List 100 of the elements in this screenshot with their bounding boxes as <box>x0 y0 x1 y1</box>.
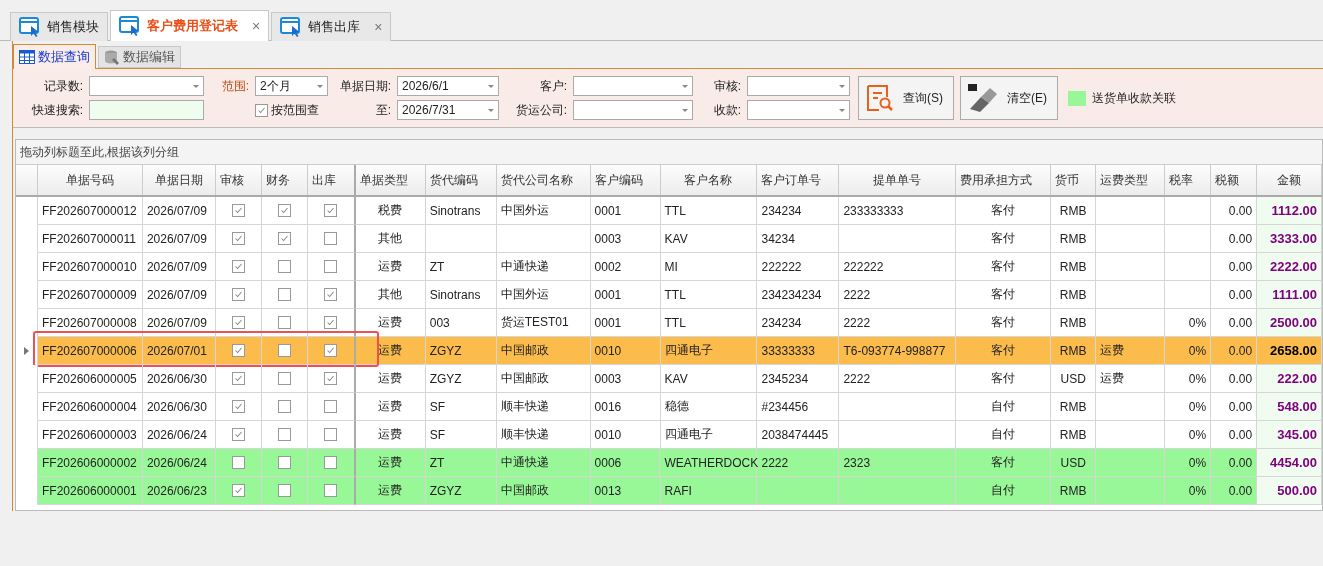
table-cell: ZGYZ <box>425 477 497 505</box>
checkbox[interactable] <box>231 456 245 469</box>
column-header[interactable]: 客户订单号 <box>757 165 840 195</box>
table-cell: Sinotrans <box>425 281 497 309</box>
checkbox[interactable] <box>277 400 291 413</box>
view-tab[interactable]: 数据编辑 <box>98 46 181 68</box>
column-header[interactable]: 税额 <box>1211 165 1258 195</box>
column-header[interactable]: 单据类型 <box>355 165 426 195</box>
document-tab[interactable]: 销售模块 <box>10 12 108 41</box>
column-header[interactable]: 客户编码 <box>590 165 661 195</box>
clear-button[interactable]: 清空(E) <box>960 76 1058 120</box>
column-header[interactable]: 货币 <box>1051 165 1097 195</box>
column-header[interactable]: 客户名称 <box>660 165 758 195</box>
column-header[interactable]: 金额 <box>1257 165 1323 195</box>
checkbox[interactable] <box>231 232 245 245</box>
column-header[interactable]: 出库 <box>307 165 356 195</box>
document-tab[interactable]: 客户费用登记表 × <box>110 10 270 41</box>
table-cell: 客付 <box>956 225 1052 253</box>
dropdown-field[interactable] <box>573 76 693 96</box>
table-cell: FF202607000009 <box>38 281 143 309</box>
column-header[interactable]: 费用承担方式 <box>956 165 1052 195</box>
checkbox[interactable] <box>324 204 338 217</box>
table-cell: 客付 <box>956 281 1052 309</box>
close-icon[interactable]: × <box>244 18 261 34</box>
checkbox[interactable] <box>277 204 291 217</box>
table-cell: 客付 <box>956 253 1052 281</box>
table-cell: 0001 <box>590 281 661 309</box>
window-cursor-icon <box>280 17 303 37</box>
checkbox[interactable] <box>277 232 291 245</box>
table-cell: T6-093774-998877 <box>839 337 957 365</box>
legend-label: 送货单收款关联 <box>1092 89 1176 107</box>
checkbox[interactable] <box>255 103 268 117</box>
dropdown-field[interactable] <box>747 76 850 96</box>
column-header[interactable]: 审核 <box>215 165 262 195</box>
checkbox[interactable] <box>231 428 245 441</box>
dropdown-field[interactable] <box>89 76 204 96</box>
dropdown-arrow-icon <box>488 108 494 112</box>
checkbox[interactable] <box>324 232 338 245</box>
column-header[interactable]: 财务 <box>261 165 308 195</box>
table-cell: 2026/06/23 <box>142 477 216 505</box>
column-header[interactable]: 单据日期 <box>142 165 216 195</box>
checkbox[interactable] <box>231 316 245 329</box>
dropdown-field[interactable] <box>747 100 850 120</box>
checkbox[interactable] <box>324 456 338 469</box>
checkbox[interactable] <box>324 288 338 301</box>
dropdown-field[interactable] <box>573 100 693 120</box>
column-header[interactable]: 单据号码 <box>38 165 143 195</box>
checkbox[interactable] <box>324 316 338 329</box>
checkbox[interactable] <box>231 288 245 301</box>
table-cell: 0% <box>1165 365 1212 393</box>
view-tab[interactable]: 数据查询 <box>13 44 96 69</box>
dropdown-field[interactable]: 2026/6/1 <box>397 76 499 96</box>
table-cell: 其他 <box>355 281 426 309</box>
checkbox[interactable] <box>324 484 338 497</box>
table-cell: 2026/07/01 <box>142 337 216 365</box>
checkbox[interactable] <box>324 428 338 441</box>
table-cell: RMB <box>1051 337 1097 365</box>
checkbox[interactable] <box>231 260 245 273</box>
checkbox[interactable] <box>277 316 291 329</box>
table-cell: 0003 <box>590 365 661 393</box>
checkbox[interactable] <box>324 344 338 357</box>
dropdown-field[interactable]: 2个月 <box>255 76 328 96</box>
checkbox[interactable] <box>231 204 245 217</box>
checkbox[interactable] <box>231 372 245 385</box>
amount-cell: 2500.00 <box>1257 309 1323 337</box>
close-icon[interactable]: × <box>366 19 383 35</box>
column-header[interactable]: 货代公司名称 <box>496 165 591 195</box>
search-field[interactable] <box>89 100 204 120</box>
table-cell: 客付 <box>956 337 1052 365</box>
column-header[interactable]: 运费类型 <box>1096 165 1166 195</box>
table-cell <box>425 225 497 253</box>
dropdown-arrow-icon <box>839 108 845 112</box>
query-button[interactable]: 查询(S) <box>858 76 954 120</box>
checkbox[interactable] <box>277 344 291 357</box>
column-header[interactable]: 提单单号 <box>839 165 957 195</box>
table-cell: 客付 <box>956 197 1052 225</box>
column-header[interactable]: 货代编码 <box>425 165 497 195</box>
checkbox[interactable] <box>324 400 338 413</box>
checkbox[interactable] <box>231 484 245 497</box>
document-tab[interactable]: 销售出库 × <box>271 12 392 41</box>
checkbox[interactable] <box>277 428 291 441</box>
column-header[interactable]: 税率 <box>1165 165 1212 195</box>
checkbox[interactable] <box>324 260 338 273</box>
table-cell: KAV <box>660 225 758 253</box>
checkbox[interactable] <box>277 484 291 497</box>
table-cell: Sinotrans <box>425 197 497 225</box>
dropdown-field[interactable]: 2026/7/31 <box>397 100 499 120</box>
checkbox[interactable] <box>277 260 291 273</box>
table-cell: 中国邮政 <box>496 477 591 505</box>
checkbox[interactable] <box>277 288 291 301</box>
table-cell: 其他 <box>355 225 426 253</box>
checkbox[interactable] <box>277 456 291 469</box>
checkbox[interactable] <box>324 372 338 385</box>
table-cell: 33333333 <box>757 337 840 365</box>
dropdown-arrow-icon <box>839 84 845 88</box>
checkbox[interactable] <box>231 344 245 357</box>
checkbox[interactable] <box>277 372 291 385</box>
table-cell <box>1165 225 1212 253</box>
checkbox[interactable] <box>231 400 245 413</box>
window-cursor-icon <box>19 17 41 37</box>
